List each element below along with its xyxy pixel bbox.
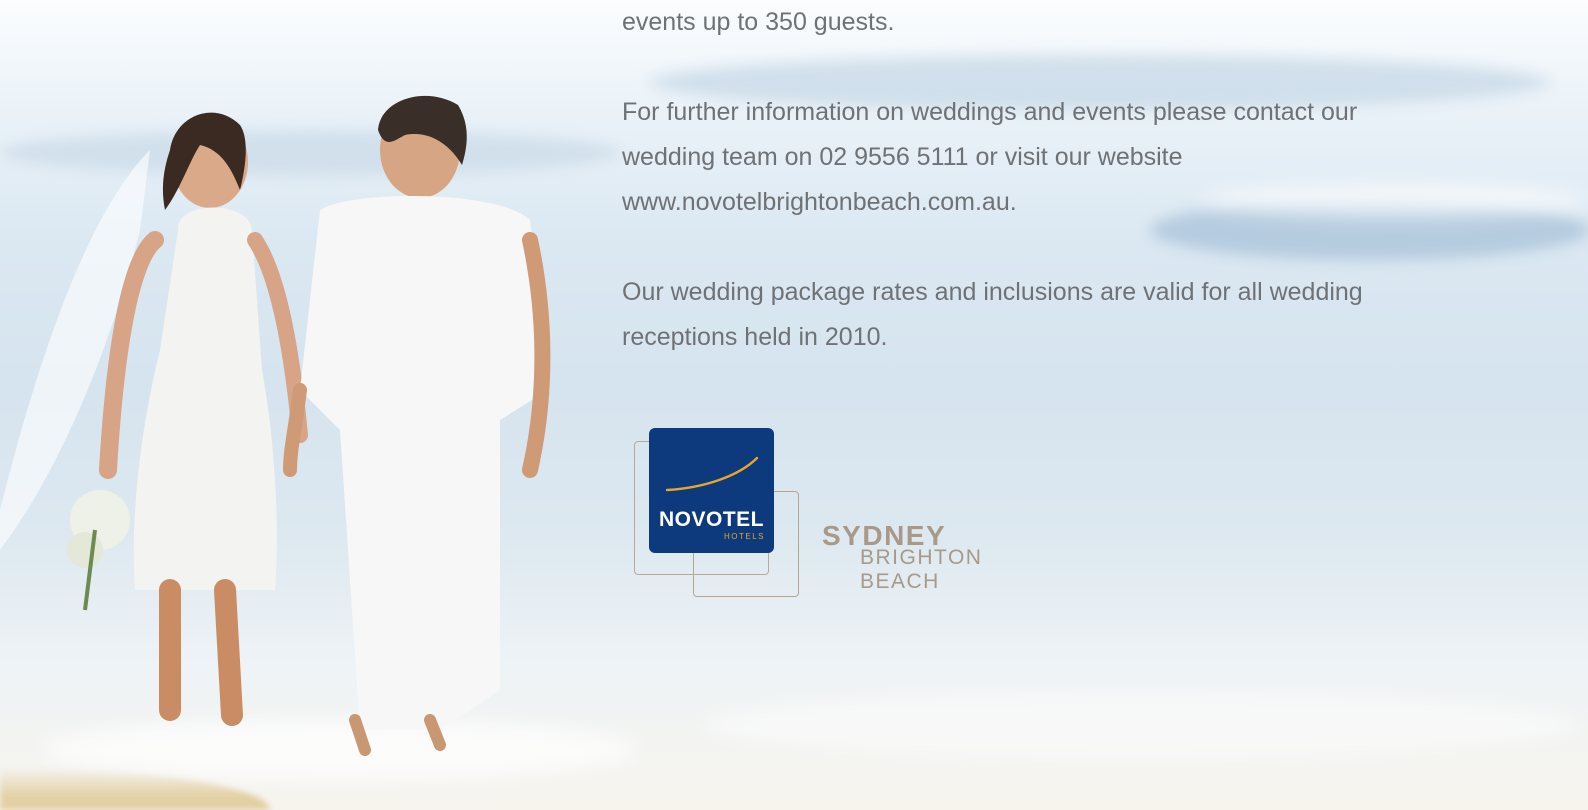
validity-line: receptions held in 2010. [622,323,888,351]
logo-square: NOVOTEL HOTELS [649,428,774,553]
logo-brand-sub: HOTELS [723,532,765,541]
validity-line: Our wedding package rates and inclusions… [622,278,1363,306]
website-link[interactable]: www.novotelbrightonbeach.com.au. [622,180,1422,225]
contact-line: wedding team on 02 9556 5111 or visit ou… [622,143,1183,171]
body-copy: events up to 350 guests. For further inf… [622,0,1422,405]
intro-tail-text: events up to 350 guests. [622,8,895,36]
validity-paragraph: Our wedding package rates and inclusions… [622,270,1422,360]
logo-brand: NOVOTEL [658,508,764,531]
contact-paragraph: For further information on weddings and … [622,90,1422,225]
wave-foam [700,690,1580,760]
logo-location: BRIGHTON BEACH [860,546,983,593]
wedding-couple-photo [0,95,551,756]
contact-line: For further information on weddings and … [622,98,1358,126]
novotel-logo: NOVOTEL HOTELS SYDNEY BRIGHTON BEACH [634,428,1054,600]
